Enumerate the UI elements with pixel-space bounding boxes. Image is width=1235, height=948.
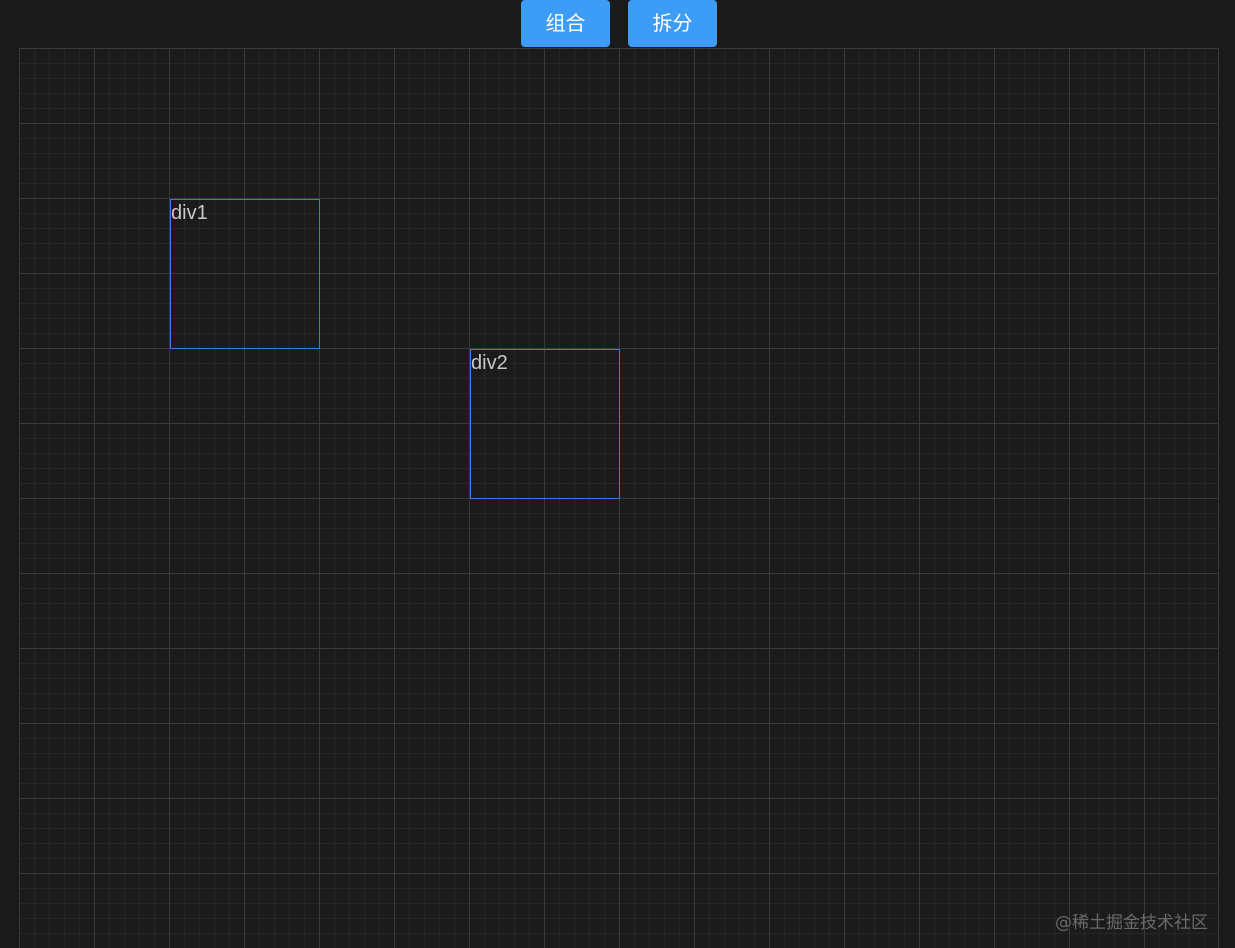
draggable-box-div1[interactable]: div1 <box>170 199 320 349</box>
draggable-box-div2[interactable]: div2 <box>470 349 620 499</box>
group-button[interactable]: 组合 <box>521 0 610 47</box>
box-label: div1 <box>171 202 208 224</box>
grid-canvas[interactable]: div1 div2 <box>19 48 1219 948</box>
watermark: @稀土掘金技术社区 <box>1055 913 1208 933</box>
split-button[interactable]: 拆分 <box>628 0 717 47</box>
box-label: div2 <box>471 352 508 374</box>
toolbar: 组合 拆分 <box>0 0 1235 48</box>
